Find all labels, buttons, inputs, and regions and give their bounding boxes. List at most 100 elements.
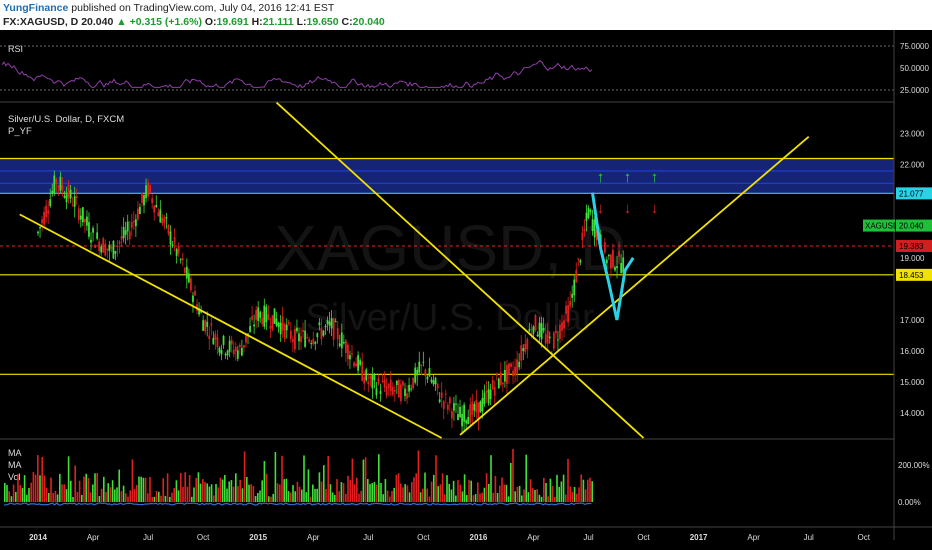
volume-bar <box>301 489 303 502</box>
volume-bar <box>270 496 272 502</box>
candle-body <box>567 305 570 323</box>
candle-body <box>255 309 258 320</box>
volume-ma-line <box>3 502 592 506</box>
candle-body <box>173 236 176 244</box>
candle-body <box>367 381 370 384</box>
time-tick: Oct <box>858 533 871 542</box>
volume-bar <box>43 475 46 502</box>
volume-bar <box>140 476 142 502</box>
watermark-description: Silver/U.S. Dollar <box>305 297 595 339</box>
volume-bar <box>254 495 257 502</box>
time-tick: Oct <box>417 533 430 542</box>
candle-body <box>495 373 498 376</box>
close-value: 20.040 <box>352 16 385 28</box>
volume-bar <box>312 484 314 502</box>
volume-bar <box>567 458 569 502</box>
volume-bar <box>589 477 591 502</box>
author-name[interactable]: YungFinance <box>3 2 68 14</box>
candle-body <box>308 339 311 342</box>
volume-bar <box>353 484 356 502</box>
time-tick: 2017 <box>690 533 708 542</box>
candle-body <box>351 353 353 355</box>
time-tick: Apr <box>527 533 540 542</box>
candle-body <box>287 322 290 324</box>
candle-body <box>208 335 211 340</box>
volume-bar <box>281 455 283 502</box>
volume-bar <box>122 485 125 502</box>
volume-bar <box>290 492 292 502</box>
candle-body <box>310 343 313 345</box>
candle-body <box>57 185 60 187</box>
candle-body <box>385 386 388 396</box>
volume-bar <box>457 480 459 502</box>
volume-bar <box>397 473 400 502</box>
chart-canvas[interactable]: RSI XAGUSD, D Silver/U.S. Dollar Silver/… <box>0 30 932 550</box>
volume-bar <box>204 481 206 502</box>
candle-body <box>230 339 233 345</box>
candle-body <box>320 328 323 340</box>
volume-bar <box>147 493 149 502</box>
volume-bar <box>107 483 109 502</box>
candle-body <box>61 185 64 190</box>
candle-body <box>169 231 172 245</box>
volume-bar <box>468 479 470 502</box>
candle-body <box>132 220 135 223</box>
volume-bar <box>28 487 30 502</box>
candle-body <box>322 330 325 336</box>
volume-bar <box>415 473 417 502</box>
candle-body <box>69 189 72 199</box>
volume-bar <box>479 493 481 502</box>
volume-bar <box>173 488 175 502</box>
volume-bar <box>144 477 147 502</box>
candle-body <box>228 340 231 352</box>
volume-bar <box>481 492 483 502</box>
candle-body <box>536 334 539 337</box>
volume-bar <box>67 456 70 502</box>
volume-bar <box>228 481 230 502</box>
time-tick: Oct <box>637 533 650 542</box>
volume-bar <box>505 484 508 502</box>
candle-body <box>416 369 419 376</box>
candle-body <box>542 328 545 331</box>
volume-bar <box>217 487 219 502</box>
volume-bar <box>499 485 501 502</box>
candle-body <box>359 360 362 365</box>
rsi-line <box>1 59 593 89</box>
candle-body <box>420 364 423 366</box>
candle-body <box>210 323 213 326</box>
volume-bar <box>408 492 411 502</box>
candle-body <box>45 205 48 217</box>
candle-body <box>418 361 421 373</box>
volume-bar <box>186 486 189 502</box>
candle-body <box>88 222 90 237</box>
volume-bar <box>532 488 534 502</box>
candle-body <box>355 363 357 367</box>
volume-bar <box>411 482 413 502</box>
volume-bar <box>452 480 455 502</box>
candle-body <box>593 219 596 238</box>
volume-bar <box>523 489 525 502</box>
volume-tick: 200.00% <box>898 461 930 470</box>
price-tick: 17.000 <box>900 316 925 325</box>
volume-bar <box>558 486 560 502</box>
candle-body <box>224 353 227 356</box>
candle-body <box>306 337 309 339</box>
volume-bar <box>345 493 347 502</box>
candle-body <box>261 317 264 325</box>
candle-body <box>408 384 410 392</box>
candle-body <box>532 326 535 334</box>
volume-bar <box>54 490 57 502</box>
candle-body <box>397 380 400 398</box>
candle-body <box>369 376 372 379</box>
volume-bar <box>419 492 422 502</box>
candle-body <box>161 217 164 224</box>
rsi-label: RSI <box>8 44 23 54</box>
volume-bar <box>52 492 54 502</box>
candle-body <box>187 273 190 283</box>
open-value: 19.691 <box>216 16 249 28</box>
volume-bar <box>219 477 222 502</box>
chart-header: YungFinance published on TradingView.com… <box>0 0 932 30</box>
candle-body <box>434 377 437 385</box>
candle-body <box>559 324 561 340</box>
volume-bar <box>573 487 576 502</box>
